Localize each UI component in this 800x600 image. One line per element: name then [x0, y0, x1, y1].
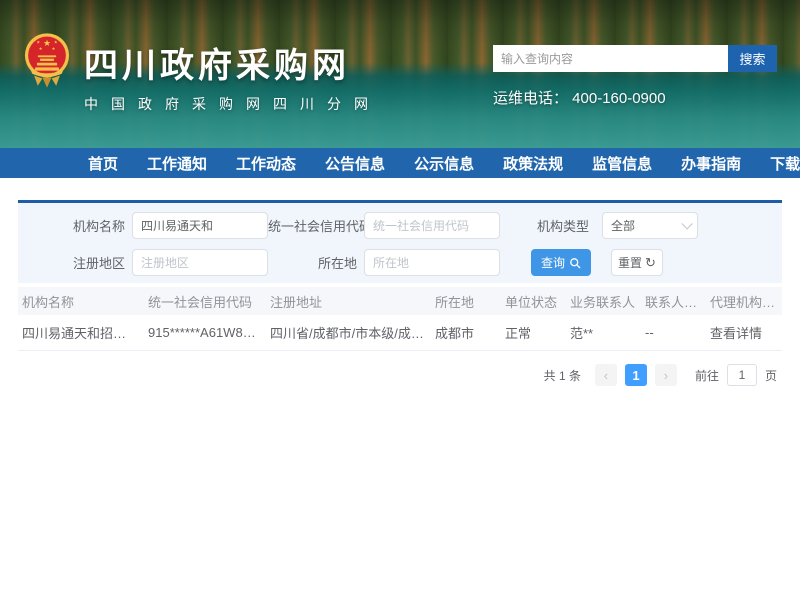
reset-button[interactable]: 重置 ↻ [611, 249, 663, 276]
total-count: 共 1 条 [544, 367, 581, 384]
search-icon [569, 257, 581, 269]
nav-item-downloads[interactable]: 下载专区 [770, 153, 800, 174]
national-emblem-icon: ★ ★ ★ ★ ★ [24, 31, 70, 89]
nav-item-publicity[interactable]: 公示信息 [414, 153, 474, 174]
nav-item-supervision[interactable]: 监管信息 [592, 153, 652, 174]
nav-item-work-updates[interactable]: 工作动态 [236, 153, 296, 174]
svg-text:★: ★ [54, 39, 58, 44]
chevron-left-icon: ‹ [604, 369, 608, 382]
site-searchbar: 搜索 [493, 45, 777, 72]
col-contact: 业务联系人 [566, 292, 641, 311]
svg-text:★: ★ [39, 46, 43, 51]
credit-code-label: 统一社会信用代码 [268, 216, 364, 235]
chevron-down-icon [681, 218, 692, 229]
reg-area-label: 注册地区 [18, 253, 132, 272]
credit-code-input[interactable] [364, 212, 500, 239]
org-type-select[interactable]: 全部 [602, 212, 698, 239]
org-name-label: 机构名称 [18, 216, 132, 235]
cell-location: 成都市 [431, 323, 501, 342]
location-input[interactable] [364, 249, 500, 276]
pagination: 共 1 条 ‹ 1 › 前往 页 [0, 364, 777, 386]
site-search-button[interactable]: 搜索 [728, 45, 777, 72]
cell-reg-address: 四川省/成都市/市本级/成都市... [266, 323, 431, 342]
agency-table: 机构名称 统一社会信用代码 注册地址 所在地 单位状态 业务联系人 联系人电话 … [18, 287, 782, 351]
prev-page-button[interactable]: ‹ [595, 364, 617, 386]
goto-suffix: 页 [765, 367, 777, 384]
filter-panel: 机构名称 统一社会信用代码 机构类型 全部 注册地区 所在地 查询 [18, 200, 782, 283]
cell-phone: -- [641, 325, 706, 340]
site-subtitle: 中国政府采购网四川分网 [84, 94, 381, 114]
location-label: 所在地 [268, 253, 364, 272]
view-details-link[interactable]: 查看详情 [706, 323, 782, 342]
nav-item-announcements[interactable]: 公告信息 [325, 153, 385, 174]
site-title-block: 四川政府采购网 中国政府采购网四川分网 [84, 38, 381, 114]
banner-right: 搜索 运维电话： 400-160-0900 [493, 45, 777, 108]
nav-item-home[interactable]: 首页 [88, 153, 118, 174]
refresh-icon: ↻ [645, 256, 656, 269]
reset-button-label: 重置 [618, 254, 642, 271]
site-banner: ★ ★ ★ ★ ★ 四川政府采购网 中国政府采购网四川分网 搜索 运维电话： 4… [0, 0, 800, 148]
chevron-right-icon: › [664, 369, 668, 382]
goto-page-input[interactable] [727, 364, 757, 386]
col-phone: 联系人电话 [641, 292, 706, 311]
nav-item-service-guide[interactable]: 办事指南 [681, 153, 741, 174]
next-page-button[interactable]: › [655, 364, 677, 386]
table-row: 四川易通天和招标代理... 915******A61W8UKXJ 四川省/成都市… [18, 315, 782, 351]
cell-status: 正常 [501, 323, 566, 342]
org-type-label: 机构类型 [500, 216, 602, 235]
query-button-label: 查询 [541, 254, 565, 271]
query-button[interactable]: 查询 [531, 249, 591, 276]
col-credit-code: 统一社会信用代码 [144, 292, 266, 311]
cell-contact: 范** [566, 323, 641, 342]
hotline-text: 运维电话： 400-160-0900 [493, 87, 777, 108]
filter-row-2: 注册地区 所在地 查询 重置 ↻ [18, 249, 782, 276]
site-title: 四川政府采购网 [84, 38, 381, 87]
col-status: 单位状态 [501, 292, 566, 311]
cell-org-name: 四川易通天和招标代理... [18, 323, 144, 342]
page-1-button[interactable]: 1 [625, 364, 647, 386]
col-org-name: 机构名称 [18, 292, 144, 311]
table-header-row: 机构名称 统一社会信用代码 注册地址 所在地 单位状态 业务联系人 联系人电话 … [18, 287, 782, 315]
filter-row-1: 机构名称 统一社会信用代码 机构类型 全部 [18, 212, 782, 239]
col-location: 所在地 [431, 292, 501, 311]
page: ★ ★ ★ ★ ★ 四川政府采购网 中国政府采购网四川分网 搜索 运维电话： 4… [0, 0, 800, 600]
nav-item-policies[interactable]: 政策法规 [503, 153, 563, 174]
col-reg-address: 注册地址 [266, 292, 431, 311]
svg-text:★: ★ [43, 38, 51, 48]
goto-label: 前往 [695, 367, 719, 384]
org-type-selected-value: 全部 [611, 217, 635, 234]
svg-text:★: ★ [36, 39, 40, 44]
cell-credit-code: 915******A61W8UKXJ [144, 325, 266, 340]
site-search-input[interactable] [493, 45, 728, 72]
col-agency-info: 代理机构信息 [706, 292, 782, 311]
org-name-input[interactable] [132, 212, 268, 239]
nav-item-work-notices[interactable]: 工作通知 [147, 153, 207, 174]
svg-text:★: ★ [52, 46, 56, 51]
main-nav: 首页 工作通知 工作动态 公告信息 公示信息 政策法规 监管信息 办事指南 下载… [0, 148, 800, 178]
reg-area-input[interactable] [132, 249, 268, 276]
